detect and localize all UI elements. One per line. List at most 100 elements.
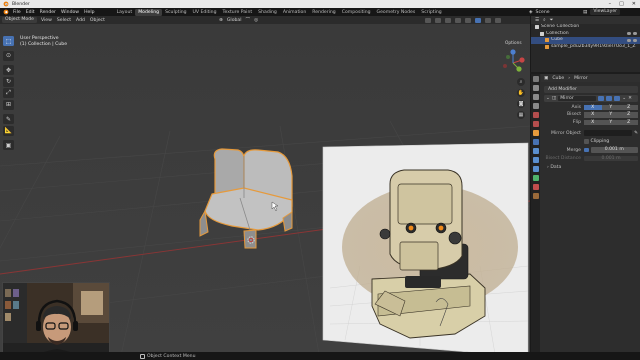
- flip-z-toggle[interactable]: Z: [620, 119, 638, 125]
- menu-window[interactable]: Window: [61, 10, 79, 15]
- texture-tab-icon[interactable]: [532, 193, 539, 199]
- blender-menu-icon[interactable]: [2, 9, 10, 15]
- particles-tab-icon[interactable]: [532, 148, 539, 154]
- render-toggle-icon[interactable]: [614, 96, 621, 101]
- material-tab-icon[interactable]: [532, 184, 539, 190]
- object-tab-icon[interactable]: [532, 130, 539, 136]
- wireframe-shading-icon[interactable]: [465, 17, 471, 23]
- scale-tool-icon[interactable]: ⤢: [3, 88, 14, 98]
- tab-compositing[interactable]: Compositing: [339, 9, 374, 16]
- outliner-row-reference-image[interactable]: sample_pdu2b34y9R19ziel7Uo3_1_Z: [531, 44, 640, 51]
- pan-hand-icon[interactable]: ✋: [517, 89, 525, 97]
- merge-distance-field[interactable]: 0.001 m: [590, 147, 638, 153]
- data-tab-icon[interactable]: [532, 175, 539, 181]
- render-camera-icon[interactable]: [633, 32, 637, 36]
- data-subpanel[interactable]: › Data: [547, 165, 635, 170]
- add-modifier-dropdown[interactable]: Add Modifier: [544, 86, 638, 93]
- overlay-toggle-icon[interactable]: [445, 17, 451, 23]
- collapse-chevron-icon[interactable]: ⌄: [546, 96, 550, 101]
- tab-rendering[interactable]: Rendering: [309, 9, 338, 16]
- transform-tool-icon[interactable]: ⊞: [3, 99, 14, 110]
- move-tool-icon[interactable]: ✥: [3, 65, 14, 75]
- axis-x-toggle[interactable]: X: [584, 104, 602, 110]
- minimize-icon[interactable]: –: [609, 1, 612, 7]
- 3d-viewport[interactable]: Object Mode View Select Add Object ⊕ Glo…: [0, 16, 530, 360]
- outliner-editor-icon[interactable]: ☰: [535, 18, 539, 23]
- cursor-tool-icon[interactable]: ⊙: [3, 50, 14, 61]
- visibility-eye-icon[interactable]: [627, 32, 631, 36]
- flip-x-toggle[interactable]: X: [584, 119, 602, 125]
- perspective-toggle-icon[interactable]: ▦: [517, 111, 525, 119]
- output-tab-icon[interactable]: [532, 94, 539, 100]
- tool-tab-icon[interactable]: [532, 76, 539, 82]
- tab-texture-paint[interactable]: Texture Paint: [220, 9, 256, 16]
- tab-modeling[interactable]: Modeling: [135, 8, 163, 16]
- menu-help[interactable]: Help: [84, 10, 94, 15]
- transform-orientation[interactable]: ⊕ Global ⌒ ◎: [219, 17, 258, 24]
- flip-y-toggle[interactable]: Y: [602, 119, 620, 125]
- axis-z-toggle[interactable]: Z: [620, 104, 638, 110]
- object-mode-dropdown[interactable]: Object Mode: [2, 17, 37, 23]
- navigation-gizmo[interactable]: [498, 48, 528, 78]
- maximize-icon[interactable]: □: [619, 1, 624, 7]
- bisect-y-toggle[interactable]: Y: [602, 112, 620, 118]
- close-icon[interactable]: ✕: [632, 1, 636, 7]
- constraints-tab-icon[interactable]: [532, 166, 539, 172]
- proportional-editing-icon[interactable]: ◎: [254, 18, 258, 23]
- clipping-checkbox[interactable]: [584, 139, 589, 144]
- viewport-menu-select[interactable]: Select: [57, 18, 71, 23]
- tab-scripting[interactable]: Scripting: [418, 9, 444, 16]
- viewport-toggle-icon[interactable]: [606, 96, 613, 101]
- modifier-delete-icon[interactable]: ✕: [628, 96, 632, 101]
- mirror-object-field[interactable]: [584, 130, 633, 136]
- tab-sculpting[interactable]: Sculpting: [162, 9, 189, 16]
- physics-tab-icon[interactable]: [532, 157, 539, 163]
- select-box-tool-icon[interactable]: ⬚: [3, 36, 14, 46]
- visibility-eye-icon[interactable]: [627, 38, 631, 42]
- bisect-z-toggle[interactable]: Z: [620, 112, 638, 118]
- add-cube-tool-icon[interactable]: ▣: [3, 140, 14, 150]
- rendered-shading-icon[interactable]: [495, 17, 501, 23]
- snap-icon[interactable]: ⌒: [246, 17, 251, 23]
- viewport-menu-view[interactable]: View: [41, 18, 52, 23]
- tab-uv-editing[interactable]: UV Editing: [190, 9, 220, 16]
- mirror-modifier-header[interactable]: ⌄ ◫ Mirror ⌄ ✕: [544, 95, 638, 102]
- scene-selector[interactable]: ◈ Scene: [529, 10, 550, 15]
- options-dropdown[interactable]: Options: [505, 41, 522, 46]
- modifier-tab-icon[interactable]: [532, 139, 539, 145]
- measure-tool-icon[interactable]: 📐: [3, 125, 14, 136]
- render-camera-icon[interactable]: [633, 38, 637, 42]
- solid-shading-icon[interactable]: [475, 17, 481, 23]
- zoom-icon[interactable]: ⌕: [517, 78, 525, 86]
- tab-animation[interactable]: Animation: [280, 9, 309, 16]
- gizmo-toggle-icon[interactable]: [435, 17, 441, 23]
- world-tab-icon[interactable]: [532, 121, 539, 127]
- view-layer-tab-icon[interactable]: [532, 103, 539, 109]
- camera-view-icon[interactable]: ◙: [517, 100, 525, 108]
- tab-shading[interactable]: Shading: [255, 9, 280, 16]
- edit-mode-toggle-icon[interactable]: [598, 96, 605, 101]
- modifier-menu-icon[interactable]: ⌄: [622, 96, 626, 101]
- menu-render[interactable]: Render: [40, 10, 56, 15]
- xray-toggle-icon[interactable]: [455, 17, 461, 23]
- axis-y-toggle[interactable]: Y: [602, 104, 620, 110]
- outliner-search-icon[interactable]: ⌕: [543, 17, 546, 23]
- render-tab-icon[interactable]: [532, 85, 539, 91]
- material-shading-icon[interactable]: [485, 17, 491, 23]
- view-layer-selector[interactable]: ▤ ViewLayer: [583, 9, 621, 15]
- tab-geometry-nodes[interactable]: Geometry Nodes: [374, 9, 419, 16]
- viewport-menu-add[interactable]: Add: [76, 18, 85, 23]
- scene-tab-icon[interactable]: [532, 112, 539, 118]
- tab-layout[interactable]: Layout: [114, 9, 136, 16]
- modifier-name-field[interactable]: Mirror: [558, 96, 597, 101]
- eyedropper-icon[interactable]: ✎: [634, 131, 638, 136]
- viewport-menu-object[interactable]: Object: [90, 18, 105, 23]
- menu-file[interactable]: File: [13, 10, 21, 15]
- bisect-x-toggle[interactable]: X: [584, 112, 602, 118]
- outliner-filter-icon[interactable]: ⏷: [550, 17, 554, 23]
- merge-checkbox[interactable]: [584, 147, 589, 153]
- menu-edit[interactable]: Edit: [26, 10, 35, 15]
- rotate-tool-icon[interactable]: ↻: [3, 76, 14, 87]
- annotate-tool-icon[interactable]: ✎: [3, 114, 14, 124]
- expand-chevron-icon[interactable]: ›: [547, 165, 549, 170]
